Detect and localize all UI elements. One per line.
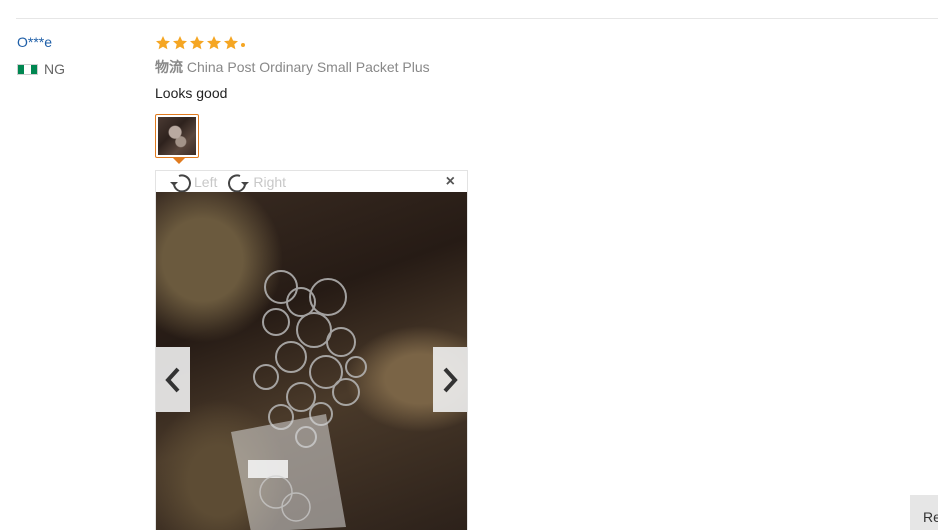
star-icon <box>173 36 187 50</box>
previous-photo-button[interactable] <box>156 347 190 412</box>
viewer-toolbar: Left Right × <box>156 171 467 192</box>
flag-stripe-right <box>30 64 37 74</box>
report-button[interactable]: Re <box>910 495 938 530</box>
rotate-right-button[interactable]: Right <box>227 172 286 192</box>
review-photo-thumbnail[interactable] <box>155 114 199 164</box>
rotate-left-icon <box>170 173 191 192</box>
star-icon <box>207 36 221 50</box>
country-flag-icon <box>17 63 38 75</box>
rotate-left-button[interactable]: Left <box>168 172 217 192</box>
star-icon <box>224 36 238 50</box>
reviewer-info: O***e NG <box>17 34 137 77</box>
star-icon <box>156 36 170 50</box>
thumbnail-active-caret <box>173 158 185 164</box>
thumbnail-image <box>158 117 196 155</box>
next-photo-button[interactable] <box>433 347 467 412</box>
review-divider <box>16 18 938 19</box>
review-text: Looks good <box>155 85 228 101</box>
star-rating-end-dot <box>241 43 245 47</box>
earring-hoops-photo <box>231 270 367 530</box>
review-content: 物流 China Post Ordinary Small Packet Plus… <box>155 34 915 164</box>
star-icon <box>190 36 204 50</box>
star-rating <box>155 34 915 52</box>
close-viewer-button[interactable]: × <box>446 174 455 190</box>
rotate-left-label: Left <box>194 173 218 190</box>
reviewer-country: NG <box>17 61 137 77</box>
chevron-left-icon <box>165 367 180 392</box>
country-code: NG <box>44 61 65 77</box>
rotate-right-icon <box>228 173 250 192</box>
rotate-right-label: Right <box>253 173 287 190</box>
logistics-info: 物流 China Post Ordinary Small Packet Plus <box>155 58 915 76</box>
review-photo-large <box>156 192 467 530</box>
report-button-label: Re <box>923 509 938 525</box>
logistics-label: 物流 <box>155 59 183 75</box>
reviewer-name[interactable]: O***e <box>17 34 137 50</box>
logistics-value: China Post Ordinary Small Packet Plus <box>186 59 430 75</box>
photo-viewer: Left Right × <box>155 170 468 530</box>
chevron-right-icon <box>443 367 458 392</box>
